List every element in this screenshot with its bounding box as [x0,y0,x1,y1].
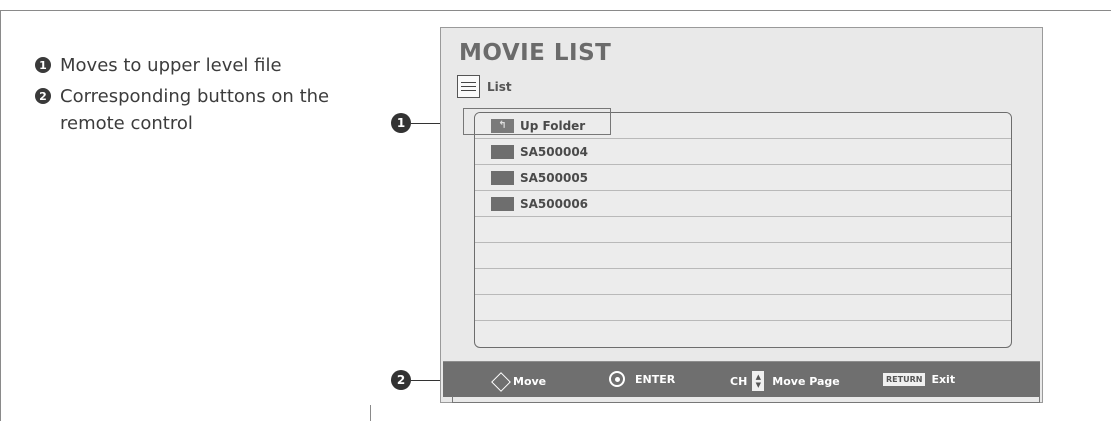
empty-row [475,217,1011,243]
list-item[interactable]: SA500004 [475,139,1011,165]
guide-enter-label: ENTER [635,372,676,386]
list-item[interactable]: SA500006 [475,191,1011,217]
guide-exit[interactable]: RETURN Exit [883,373,955,386]
guide-move-page[interactable]: CH ▲ ▼ Move Page [730,371,840,391]
file-name: SA500006 [520,196,589,211]
empty-row [475,269,1011,295]
folder-icon [491,170,514,185]
number-badge: 1 [35,57,51,73]
note-text: Corresponding buttons on the remote cont… [60,86,330,134]
guide-exit-label: Exit [931,373,956,386]
empty-row [475,295,1011,321]
divider [370,405,371,421]
file-name: SA500004 [520,144,589,159]
ch-label: CH [730,374,748,388]
list-icon [457,75,480,98]
file-name: SA500005 [520,170,589,185]
movie-list-screen: MOVIE LIST List ↰ Up Folder SA500004 SA5… [440,27,1043,403]
guide-move-page-label: Move Page [772,374,840,388]
note-text: Moves to upper level file [60,55,282,76]
screen-title: MOVIE LIST [459,40,612,66]
remote-guide-bar: Move ENTER CH ▲ ▼ Move Page RETURN Exit [443,361,1040,397]
guide-move[interactable]: Move [490,371,546,391]
selection-highlight [463,108,611,135]
file-list: ↰ Up Folder SA500004 SA500005 SA500006 [474,112,1012,348]
notes-list: 1 Moves to upper level file 2 Correspond… [35,52,355,141]
guide-move-label: Move [513,374,547,388]
return-key-icon: RETURN [883,373,926,386]
screen-base [452,402,1039,403]
callout-badge-2: 2 [391,370,411,390]
callout-badge-1: 1 [391,113,411,133]
screen-base-edge [452,396,453,403]
screen-base-edge [1039,396,1040,403]
empty-row [475,321,1011,347]
note-item: 1 Moves to upper level file [35,52,355,79]
note-item: 2 Corresponding buttons on the remote co… [35,83,355,137]
number-badge: 2 [35,88,51,104]
view-mode-label: List [487,79,512,94]
folder-icon [491,144,514,159]
empty-row [475,243,1011,269]
view-mode-selector[interactable]: List [457,75,512,98]
folder-icon [491,196,514,211]
guide-enter[interactable]: ENTER [609,371,675,387]
list-item[interactable]: SA500005 [475,165,1011,191]
move-arrows-icon [490,371,510,391]
enter-icon [609,371,625,387]
ch-updown-icon: ▲ ▼ [752,371,765,391]
